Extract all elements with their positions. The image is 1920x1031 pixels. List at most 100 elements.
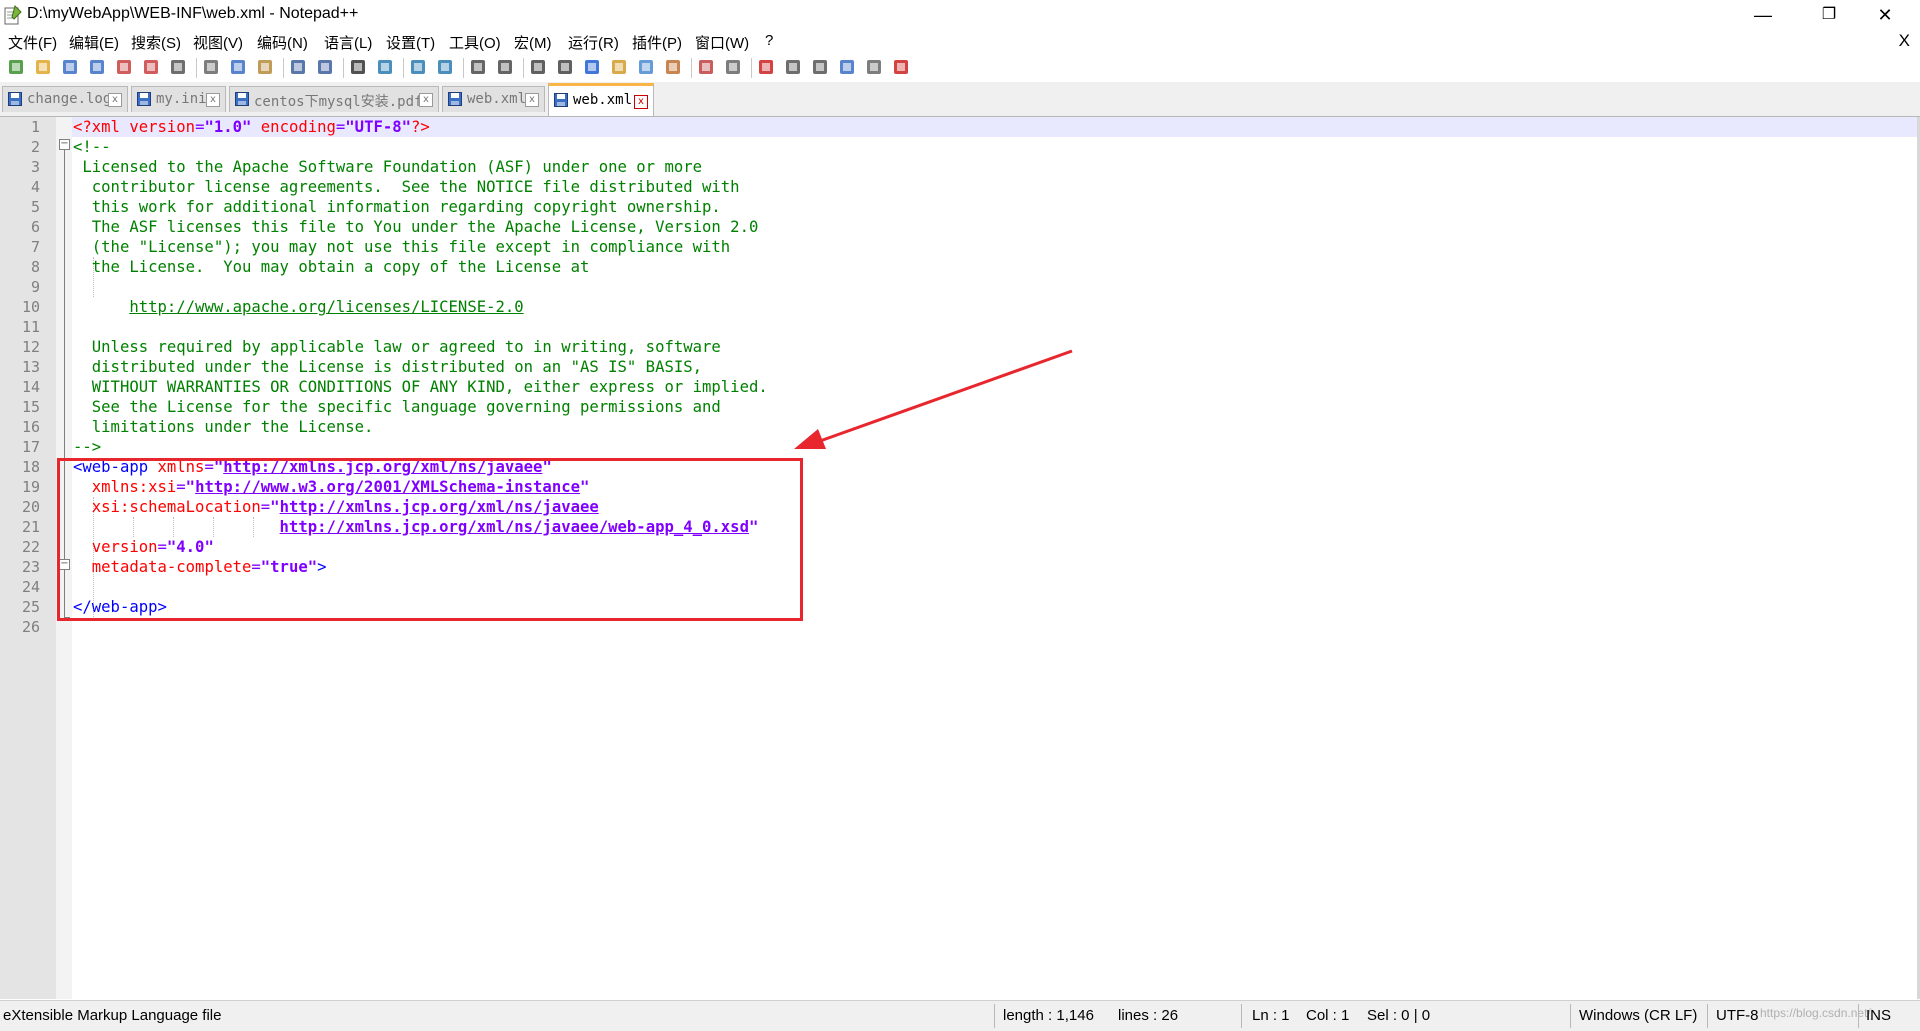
tab-centos-mysql-pdf[interactable]: centos下mysql安装.pdf x: [229, 86, 439, 112]
save-all-icon[interactable]: [87, 57, 107, 77]
find-icon[interactable]: [348, 57, 368, 77]
zoom-out-icon[interactable]: [435, 57, 455, 77]
redo-icon[interactable]: [315, 57, 335, 77]
window-title: D:\myWebApp\WEB-INF\web.xml - Notepad++: [27, 5, 359, 22]
tab-web-xml-1[interactable]: web.xml x: [442, 86, 545, 112]
folder-workspace-icon[interactable]: [696, 57, 716, 77]
menu-settings[interactable]: 设置(T): [386, 32, 435, 53]
status-mode[interactable]: INS: [1866, 1007, 1891, 1024]
replace-icon[interactable]: [375, 57, 395, 77]
tab-label: centos下mysql安装.pdf: [254, 94, 423, 110]
tab-close-icon[interactable]: x: [206, 93, 220, 107]
save-macro-icon[interactable]: [864, 57, 884, 77]
toolbar-separator: [403, 58, 404, 78]
play-macro-icon[interactable]: [810, 57, 830, 77]
tab-close-icon[interactable]: x: [108, 93, 122, 107]
code-text[interactable]: See the License for the specific languag…: [73, 397, 721, 417]
code-line[interactable]: 6 The ASF licenses this file to You unde…: [0, 217, 1917, 237]
menu-edit[interactable]: 编辑(E): [69, 32, 119, 53]
code-text[interactable]: this work for additional information reg…: [73, 197, 721, 217]
line-number: 9: [30, 278, 40, 296]
code-line[interactable]: 1 <?xml version="1.0" encoding="UTF-8"?>: [0, 117, 1917, 137]
code-line[interactable]: 9: [0, 277, 1917, 297]
code-line[interactable]: 5 this work for additional information r…: [0, 197, 1917, 217]
function-list-icon[interactable]: [663, 57, 683, 77]
code-line[interactable]: 3 Licensed to the Apache Software Founda…: [0, 157, 1917, 177]
status-col: Col : 1: [1306, 1007, 1350, 1024]
tab-my-ini[interactable]: my.ini x: [131, 86, 226, 112]
line-number: 1: [30, 118, 40, 136]
status-file-type: eXtensible Markup Language file: [3, 1007, 222, 1024]
code-text[interactable]: Unless required by applicable law or agr…: [73, 337, 721, 357]
indent-guide-icon[interactable]: [582, 57, 602, 77]
code-line[interactable]: 11: [0, 317, 1917, 337]
word-wrap-icon[interactable]: [528, 57, 548, 77]
save-icon[interactable]: [60, 57, 80, 77]
doc-map-icon[interactable]: [636, 57, 656, 77]
code-text[interactable]: contributor license agreements. See the …: [73, 177, 740, 197]
code-text[interactable]: <?xml version="1.0" encoding="UTF-8"?>: [73, 117, 430, 137]
code-text[interactable]: WITHOUT WARRANTIES OR CONDITIONS OF ANY …: [73, 377, 768, 397]
menu-help[interactable]: ?: [765, 32, 773, 49]
toolbar-separator: [283, 58, 284, 78]
close-document-button[interactable]: X: [1899, 31, 1910, 51]
tab-web-xml-active[interactable]: web.xml x: [548, 83, 654, 116]
monitor-icon[interactable]: [723, 57, 743, 77]
code-text[interactable]: http://www.apache.org/licenses/LICENSE-2…: [73, 297, 523, 317]
minimize-button[interactable]: —: [1740, 0, 1786, 30]
close-all-icon[interactable]: [141, 57, 161, 77]
sync-horizontal-icon[interactable]: [495, 57, 515, 77]
menu-plugins[interactable]: 插件(P): [632, 32, 682, 53]
open-file-icon[interactable]: [33, 57, 53, 77]
show-all-chars-icon[interactable]: [555, 57, 575, 77]
menu-search[interactable]: 搜索(S): [131, 32, 181, 53]
code-text[interactable]: The ASF licenses this file to You under …: [73, 217, 759, 237]
status-encoding[interactable]: UTF-8: [1716, 1007, 1759, 1024]
run-macro-multiple-icon[interactable]: [837, 57, 857, 77]
cut-icon[interactable]: [201, 57, 221, 77]
saved-disk-icon: [554, 93, 568, 107]
zoom-in-icon[interactable]: [408, 57, 428, 77]
status-divider: [994, 1004, 995, 1028]
new-file-icon[interactable]: [6, 57, 26, 77]
code-line[interactable]: 7 (the "License"); you may not use this …: [0, 237, 1917, 257]
tab-close-icon[interactable]: x: [634, 95, 648, 109]
undo-icon[interactable]: [288, 57, 308, 77]
code-text[interactable]: Licensed to the Apache Software Foundati…: [73, 157, 702, 177]
user-lang-icon[interactable]: [609, 57, 629, 77]
tab-close-icon[interactable]: x: [525, 93, 539, 107]
code-text[interactable]: limitations under the License.: [73, 417, 374, 437]
maximize-button[interactable]: ❐: [1806, 0, 1852, 30]
print-icon[interactable]: [168, 57, 188, 77]
tab-close-icon[interactable]: x: [419, 93, 433, 107]
menu-file[interactable]: 文件(F): [8, 32, 57, 53]
code-text[interactable]: the License. You may obtain a copy of th…: [73, 257, 590, 277]
spellcheck-icon[interactable]: [891, 57, 911, 77]
menu-window[interactable]: 窗口(W): [695, 32, 749, 53]
status-eol[interactable]: Windows (CR LF): [1579, 1007, 1697, 1024]
code-text[interactable]: -->: [73, 437, 101, 457]
menu-macro[interactable]: 宏(M): [514, 32, 552, 53]
close-window-button[interactable]: ✕: [1862, 0, 1908, 30]
code-text[interactable]: <!--: [73, 137, 111, 157]
sync-vertical-icon[interactable]: [468, 57, 488, 77]
line-number: 10: [21, 298, 40, 316]
menu-tools[interactable]: 工具(O): [449, 32, 501, 53]
menu-encoding[interactable]: 编码(N): [257, 32, 308, 53]
menu-language[interactable]: 语言(L): [324, 32, 372, 53]
code-line[interactable]: 2 <!--: [0, 137, 1917, 157]
record-macro-icon[interactable]: [756, 57, 776, 77]
stop-record-icon[interactable]: [783, 57, 803, 77]
tab-change-log[interactable]: change.log x: [2, 86, 128, 112]
code-link[interactable]: http://www.apache.org/licenses/LICENSE-2…: [129, 298, 523, 316]
copy-icon[interactable]: [228, 57, 248, 77]
close-icon[interactable]: [114, 57, 134, 77]
menu-run[interactable]: 运行(R): [568, 32, 619, 53]
paste-icon[interactable]: [255, 57, 275, 77]
code-line[interactable]: 10 http://www.apache.org/licenses/LICENS…: [0, 297, 1917, 317]
code-text[interactable]: (the "License"); you may not use this fi…: [73, 237, 730, 257]
code-text[interactable]: distributed under the License is distrib…: [73, 357, 702, 377]
menu-view[interactable]: 视图(V): [193, 32, 243, 53]
code-line[interactable]: 8 the License. You may obtain a copy of …: [0, 257, 1917, 277]
code-line[interactable]: 4 contributor license agreements. See th…: [0, 177, 1917, 197]
